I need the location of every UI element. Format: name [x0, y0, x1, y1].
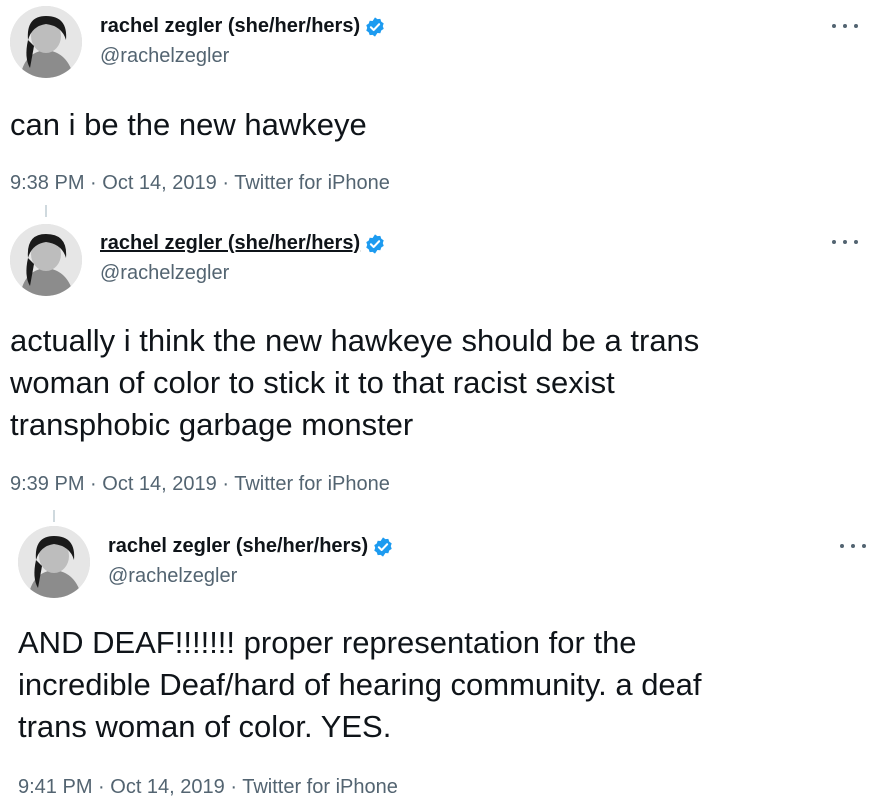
author-row: rachel zegler (she/her/hers)	[108, 535, 394, 558]
profile-photo-icon	[10, 224, 82, 296]
tweet-date[interactable]: Oct 14, 2019	[102, 473, 217, 495]
profile-photo-icon	[18, 526, 90, 598]
tweet-date[interactable]: Oct 14, 2019	[110, 776, 225, 798]
separator: ·	[84, 473, 103, 495]
avatar[interactable]	[10, 6, 82, 78]
tweet-source[interactable]: Twitter for iPhone	[234, 172, 390, 194]
handle[interactable]: @rachelzegler	[108, 565, 237, 588]
tweet-2: rachel zegler (she/her/hers) @rachelzegl…	[0, 220, 883, 510]
verified-badge-icon	[366, 16, 384, 37]
separator: ·	[92, 776, 111, 798]
verified-badge-icon	[366, 233, 384, 254]
author-row: rachel zegler (she/her/hers)	[100, 232, 386, 255]
handle[interactable]: @rachelzegler	[100, 45, 229, 68]
tweet-meta: 9:39 PM · Oct 14, 2019 · Twitter for iPh…	[10, 473, 390, 496]
avatar[interactable]	[10, 224, 82, 296]
tweet-source[interactable]: Twitter for iPhone	[234, 473, 390, 495]
more-options-icon[interactable]	[840, 540, 866, 552]
profile-photo-icon	[10, 6, 82, 78]
tweet-3: rachel zegler (she/her/hers) @rachelzegl…	[0, 522, 883, 812]
display-name[interactable]: rachel zegler (she/her/hers)	[100, 15, 360, 38]
separator: ·	[224, 776, 243, 798]
tweet-1: rachel zegler (she/her/hers) @rachelzegl…	[0, 0, 883, 205]
tweet-text: AND DEAF!!!!!!! proper representation fo…	[18, 625, 702, 744]
tweet-source[interactable]: Twitter for iPhone	[242, 776, 398, 798]
thread-line	[53, 510, 55, 522]
tweet-meta: 9:41 PM · Oct 14, 2019 · Twitter for iPh…	[18, 776, 398, 799]
tweet-meta: 9:38 PM · Oct 14, 2019 · Twitter for iPh…	[10, 172, 390, 195]
handle[interactable]: @rachelzegler	[100, 262, 229, 285]
separator: ·	[216, 172, 235, 194]
separator: ·	[216, 473, 235, 495]
more-options-icon[interactable]	[832, 236, 858, 248]
separator: ·	[84, 172, 103, 194]
avatar[interactable]	[18, 526, 90, 598]
tweet-date[interactable]: Oct 14, 2019	[102, 172, 217, 194]
author-row: rachel zegler (she/her/hers)	[100, 15, 386, 38]
tweet-time[interactable]: 9:41 PM	[18, 776, 92, 798]
tweet-text: can i be the new hawkeye	[10, 107, 367, 142]
display-name[interactable]: rachel zegler (she/her/hers)	[108, 535, 368, 558]
display-name[interactable]: rachel zegler (she/her/hers)	[100, 232, 360, 255]
thread-line	[45, 205, 47, 217]
more-options-icon[interactable]	[832, 20, 858, 32]
tweet-time[interactable]: 9:38 PM	[10, 172, 84, 194]
verified-badge-icon	[374, 536, 392, 557]
tweet-time[interactable]: 9:39 PM	[10, 473, 84, 495]
tweet-text: actually i think the new hawkeye should …	[10, 323, 700, 442]
